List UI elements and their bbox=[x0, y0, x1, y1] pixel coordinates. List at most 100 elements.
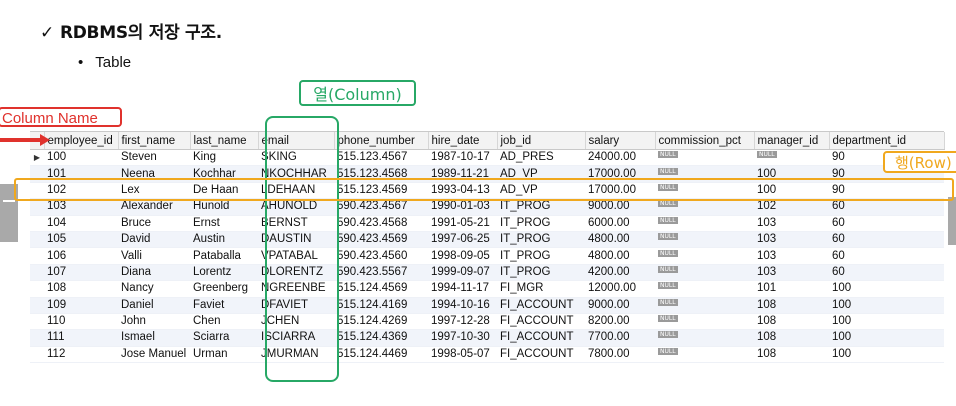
table-cell[interactable]: Faviet bbox=[190, 297, 258, 314]
table-row[interactable]: 108 Nancy Greenberg NGREENBE 515.124.4569 199… bbox=[30, 280, 944, 298]
table-cell[interactable]: 1991-05-21 bbox=[428, 215, 497, 232]
table-cell[interactable]: Ernst bbox=[190, 215, 258, 232]
table-cell[interactable]: 515.124.4469 bbox=[334, 346, 428, 364]
table-cell[interactable]: 1997-12-28 bbox=[428, 313, 497, 331]
table-cell[interactable]: 108 bbox=[754, 297, 829, 314]
table-row[interactable]: 106 Valli Pataballa VPATABAL 590.423.4560 199… bbox=[30, 247, 944, 265]
table-cell[interactable]: NULL bbox=[655, 329, 754, 347]
table-row[interactable]: 105 David Austin DAUSTIN 590.423.4569 1997-06… bbox=[30, 231, 944, 249]
table-cell[interactable]: 108 bbox=[754, 329, 829, 347]
table-cell[interactable]: Greenberg bbox=[190, 280, 258, 298]
table-cell[interactable]: 111 bbox=[44, 329, 118, 347]
table-cell[interactable]: David bbox=[118, 231, 190, 249]
table-cell[interactable]: 108 bbox=[44, 280, 118, 298]
table-cell[interactable]: FI_ACCOUNT bbox=[497, 346, 585, 364]
table-cell[interactable]: Diana bbox=[118, 264, 190, 282]
table-cell[interactable]: 100 bbox=[829, 329, 944, 347]
column-header[interactable]: commission_pct bbox=[655, 132, 755, 150]
table-cell[interactable]: 1998-05-07 bbox=[428, 346, 497, 364]
column-header[interactable]: phone_number bbox=[334, 132, 429, 150]
table-cell[interactable]: 103 bbox=[754, 215, 829, 232]
table-cell[interactable]: 107 bbox=[44, 264, 118, 282]
table-cell[interactable]: Alexander bbox=[118, 198, 190, 216]
table-row[interactable]: 107 Diana Lorentz DLORENTZ 590.423.5567 1999-… bbox=[30, 264, 944, 282]
table-cell[interactable]: 102 bbox=[754, 198, 829, 216]
table-cell[interactable]: 1994-11-17 bbox=[428, 280, 497, 298]
column-header[interactable]: hire_date bbox=[428, 132, 498, 150]
table-cell[interactable]: Chen bbox=[190, 313, 258, 331]
row-indicator-cell[interactable]: ▶ bbox=[30, 149, 44, 167]
table-cell[interactable]: Urman bbox=[190, 346, 258, 364]
table-cell[interactable]: 60 bbox=[829, 264, 944, 282]
row-indicator-cell[interactable] bbox=[30, 329, 44, 347]
table-cell[interactable]: 8200.00 bbox=[585, 313, 655, 331]
table-row[interactable]: 112 Jose Manuel Urman JMURMAN 515.124.4469 19… bbox=[30, 346, 944, 364]
table-cell[interactable]: 590.423.4567 bbox=[334, 198, 428, 216]
table-cell[interactable]: 106 bbox=[44, 247, 118, 265]
table-cell[interactable]: 110 bbox=[44, 313, 118, 331]
table-cell[interactable]: 4200.00 bbox=[585, 264, 655, 282]
table-row[interactable]: 103 Alexander Hunold AHUNOLD 590.423.4567 199… bbox=[30, 198, 944, 216]
table-cell[interactable]: 100 bbox=[829, 346, 944, 364]
table-cell[interactable]: NULL bbox=[655, 264, 754, 282]
column-header[interactable]: last_name bbox=[190, 132, 259, 150]
table-row[interactable]: 104 Bruce Ernst BERNST 590.423.4568 1991-05-2… bbox=[30, 215, 944, 232]
table-cell[interactable]: Austin bbox=[190, 231, 258, 249]
table-cell[interactable]: 590.423.5567 bbox=[334, 264, 428, 282]
table-cell[interactable]: 101 bbox=[754, 280, 829, 298]
table-cell[interactable]: 4800.00 bbox=[585, 247, 655, 265]
table-cell[interactable]: NULL bbox=[655, 313, 754, 331]
table-cell[interactable]: King bbox=[190, 149, 258, 167]
table-cell[interactable]: 515.124.4269 bbox=[334, 313, 428, 331]
table-cell[interactable]: FI_ACCOUNT bbox=[497, 329, 585, 347]
column-header[interactable]: first_name bbox=[118, 132, 191, 150]
table-cell[interactable]: 103 bbox=[754, 264, 829, 282]
table-cell[interactable]: 60 bbox=[829, 198, 944, 216]
table-cell[interactable]: Nancy bbox=[118, 280, 190, 298]
table-cell[interactable]: 1987-10-17 bbox=[428, 149, 497, 167]
table-cell[interactable]: NULL bbox=[655, 280, 754, 298]
table-cell[interactable]: IT_PROG bbox=[497, 215, 585, 232]
table-cell[interactable]: NULL bbox=[655, 149, 754, 167]
table-cell[interactable]: 100 bbox=[44, 149, 118, 167]
table-cell[interactable]: NULL bbox=[655, 215, 754, 232]
table-row[interactable]: 111 Ismael Sciarra ISCIARRA 515.124.4369 1997… bbox=[30, 329, 944, 347]
table-cell[interactable]: Steven bbox=[118, 149, 190, 167]
table-cell[interactable]: IT_PROG bbox=[497, 247, 585, 265]
table-cell[interactable]: FI_MGR bbox=[497, 280, 585, 298]
table-cell[interactable]: 60 bbox=[829, 247, 944, 265]
table-cell[interactable]: NULL bbox=[655, 198, 754, 216]
row-indicator-cell[interactable] bbox=[30, 198, 44, 216]
table-cell[interactable]: 108 bbox=[754, 346, 829, 364]
table-cell[interactable]: Pataballa bbox=[190, 247, 258, 265]
table-cell[interactable]: 1994-10-16 bbox=[428, 297, 497, 314]
table-cell[interactable]: 105 bbox=[44, 231, 118, 249]
table-cell[interactable]: NULL bbox=[655, 247, 754, 265]
table-cell[interactable]: Hunold bbox=[190, 198, 258, 216]
table-cell[interactable]: 515.124.4369 bbox=[334, 329, 428, 347]
table-cell[interactable]: 590.423.4568 bbox=[334, 215, 428, 232]
table-cell[interactable]: IT_PROG bbox=[497, 264, 585, 282]
row-indicator-cell[interactable] bbox=[30, 313, 44, 331]
table-cell[interactable]: Daniel bbox=[118, 297, 190, 314]
table-cell[interactable]: 515.124.4169 bbox=[334, 297, 428, 314]
table-cell[interactable]: Ismael bbox=[118, 329, 190, 347]
table-cell[interactable]: FI_ACCOUNT bbox=[497, 297, 585, 314]
row-indicator-cell[interactable] bbox=[30, 280, 44, 298]
table-cell[interactable]: 590.423.4560 bbox=[334, 247, 428, 265]
table-cell[interactable]: 4800.00 bbox=[585, 231, 655, 249]
table-row[interactable]: 110 John Chen JCHEN 515.124.4269 1997-12-28 FI… bbox=[30, 313, 944, 331]
column-header[interactable]: manager_id bbox=[754, 132, 830, 150]
table-cell[interactable]: 9000.00 bbox=[585, 297, 655, 314]
row-indicator-cell[interactable] bbox=[30, 231, 44, 249]
table-cell[interactable]: 103 bbox=[44, 198, 118, 216]
table-cell[interactable]: 7700.00 bbox=[585, 329, 655, 347]
table-cell[interactable]: 103 bbox=[754, 231, 829, 249]
row-indicator-cell[interactable] bbox=[30, 346, 44, 364]
table-cell[interactable]: Lorentz bbox=[190, 264, 258, 282]
table-cell[interactable]: 100 bbox=[829, 313, 944, 331]
table-cell[interactable]: NULL bbox=[754, 149, 829, 167]
table-cell[interactable]: Valli bbox=[118, 247, 190, 265]
column-header[interactable]: salary bbox=[585, 132, 656, 150]
table-cell[interactable]: 24000.00 bbox=[585, 149, 655, 167]
